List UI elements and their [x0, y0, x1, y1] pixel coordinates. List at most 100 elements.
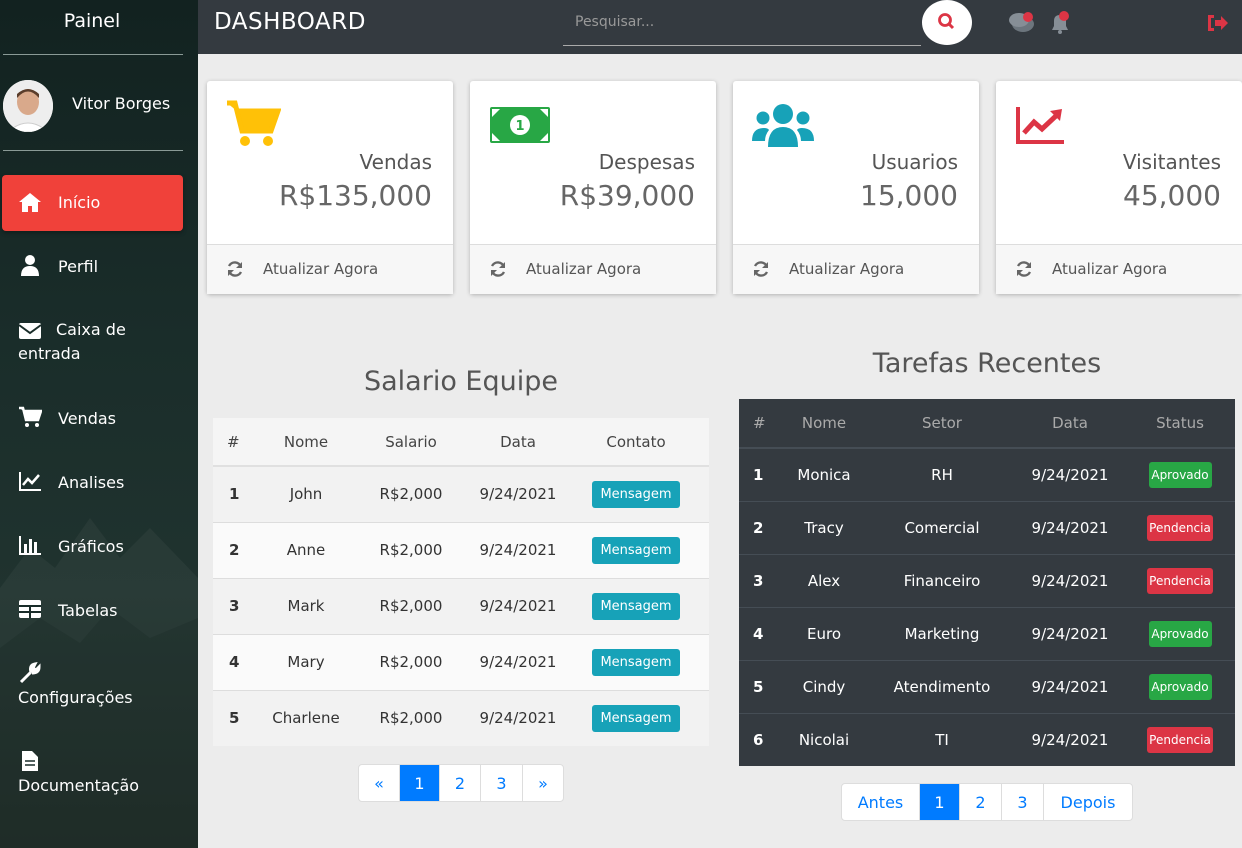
- status-badge: Pendencia: [1147, 726, 1213, 753]
- divider: [3, 150, 183, 151]
- task-name: Euro: [779, 606, 869, 660]
- sidebar-item-label: Documentação: [18, 776, 140, 795]
- sector-value: Atendimento: [869, 659, 1015, 713]
- home-icon: [19, 193, 41, 212]
- column-header: Contato: [563, 418, 709, 467]
- status-cell: Pendencia: [1125, 553, 1235, 607]
- page-1[interactable]: 1: [400, 765, 440, 801]
- card-title: Despesas: [598, 150, 695, 174]
- card-title: Visitantes: [1122, 150, 1221, 174]
- tasks-table: # Nome Setor Data Status 1 Monica RH 9/24/2…: [739, 399, 1235, 766]
- card-footer[interactable]: Atualizar Agora: [996, 244, 1242, 294]
- task-name: Cindy: [779, 659, 869, 713]
- search-button[interactable]: [922, 0, 972, 45]
- table-row: 5 Charlene R$2,000 9/24/2021 Mensagem: [213, 689, 709, 746]
- comments-icon[interactable]: [1008, 10, 1036, 36]
- page-3[interactable]: 3: [481, 765, 523, 801]
- card-footer[interactable]: Atualizar Agora: [470, 244, 716, 294]
- message-button[interactable]: Mensagem: [592, 592, 680, 620]
- page-3[interactable]: 3: [1002, 784, 1044, 820]
- task-name: Tracy: [779, 500, 869, 554]
- status-cell: Aprovado: [1125, 447, 1235, 501]
- column-header: #: [213, 418, 263, 467]
- page-2[interactable]: 2: [440, 765, 481, 801]
- contact-cell: Mensagem: [563, 633, 709, 690]
- page-prev[interactable]: «: [359, 765, 400, 801]
- tasks-pagination: Antes 1 2 3 Depois: [841, 783, 1133, 821]
- employee-name: Mark: [263, 577, 349, 634]
- sidebar-item-label: Tabelas: [58, 601, 118, 620]
- money-icon: 1: [490, 107, 550, 143]
- page-2[interactable]: 2: [960, 784, 1002, 820]
- status-cell: Aprovado: [1125, 659, 1235, 713]
- page-1[interactable]: 1: [920, 784, 960, 820]
- refresh-label: Atualizar Agora: [526, 260, 642, 278]
- message-button[interactable]: Mensagem: [592, 648, 680, 676]
- row-number: 4: [739, 606, 779, 660]
- stat-card-visitantes: Visitantes 45,000 Atualizar Agora: [996, 81, 1242, 294]
- column-header: #: [739, 399, 779, 449]
- employee-name: Charlene: [263, 689, 349, 746]
- table-row: 2 Anne R$2,000 9/24/2021 Mensagem: [213, 521, 709, 578]
- refresh-label: Atualizar Agora: [789, 260, 905, 278]
- bell-icon[interactable]: [1046, 10, 1074, 36]
- card-title: Vendas: [359, 150, 432, 174]
- status-badge: Aprovado: [1148, 620, 1212, 647]
- wrench-icon: [19, 662, 41, 684]
- salary-value: R$2,000: [349, 521, 473, 578]
- date-value: 9/24/2021: [1015, 447, 1125, 501]
- page-prev[interactable]: Antes: [842, 784, 920, 820]
- table-row: 4 Mary R$2,000 9/24/2021 Mensagem: [213, 633, 709, 690]
- document-icon: [22, 751, 38, 771]
- date-value: 9/24/2021: [1015, 553, 1125, 607]
- card-value: 15,000: [860, 179, 958, 212]
- contact-cell: Mensagem: [563, 465, 709, 522]
- sidebar-item-label: Analises: [58, 473, 125, 492]
- card-footer[interactable]: Atualizar Agora: [207, 244, 453, 294]
- sidebar-item-label: Gráficos: [58, 537, 124, 556]
- row-number: 3: [213, 577, 263, 634]
- column-header: Salario: [349, 418, 473, 467]
- sidebar-item-label: Início: [58, 193, 101, 212]
- row-number: 5: [213, 689, 263, 746]
- column-header: Data: [473, 418, 563, 467]
- section-title-tarefas: Tarefas Recentes: [872, 348, 1102, 379]
- card-footer[interactable]: Atualizar Agora: [733, 244, 979, 294]
- column-header: Data: [1015, 399, 1125, 449]
- salary-value: R$2,000: [349, 465, 473, 522]
- divider: [3, 54, 183, 55]
- table-row: 3 Alex Financeiro 9/24/2021 Pendencia: [739, 553, 1235, 607]
- sidebar-item-label: Perfil: [58, 257, 99, 276]
- cart-icon: [227, 100, 281, 146]
- message-button[interactable]: Mensagem: [592, 536, 680, 564]
- salary-pagination: « 1 2 3 »: [358, 764, 564, 802]
- message-button[interactable]: Mensagem: [592, 480, 680, 508]
- salary-value: R$2,000: [349, 633, 473, 690]
- card-value: R$135,000: [278, 179, 432, 212]
- column-header: Setor: [869, 399, 1015, 449]
- employee-name: Mary: [263, 633, 349, 690]
- logout-icon[interactable]: [1204, 10, 1232, 36]
- row-number: 1: [739, 447, 779, 501]
- salary-table: # Nome Salario Data Contato 1 John R$2,000…: [213, 418, 709, 746]
- message-button[interactable]: Mensagem: [592, 704, 680, 732]
- refresh-label: Atualizar Agora: [263, 260, 379, 278]
- table-row: 5 Cindy Atendimento 9/24/2021 Aprovado: [739, 659, 1235, 713]
- row-number: 2: [739, 500, 779, 554]
- line-chart-icon: [19, 472, 41, 491]
- page-next[interactable]: »: [523, 765, 563, 801]
- refresh-icon: [490, 261, 506, 277]
- card-title: Usuarios: [871, 150, 958, 174]
- status-cell: Aprovado: [1125, 606, 1235, 660]
- refresh-icon: [1016, 261, 1032, 277]
- sidebar-item-inicio[interactable]: Início: [2, 175, 183, 231]
- refresh-icon: [753, 261, 769, 277]
- avatar[interactable]: [3, 80, 53, 132]
- search-input[interactable]: [563, 4, 903, 40]
- table-icon: [19, 600, 41, 618]
- sidebar-item-label: Configurações: [18, 688, 133, 707]
- status-cell: Pendencia: [1125, 500, 1235, 554]
- task-name: Nicolai: [779, 712, 869, 766]
- salary-value: R$2,000: [349, 577, 473, 634]
- page-next[interactable]: Depois: [1044, 784, 1132, 820]
